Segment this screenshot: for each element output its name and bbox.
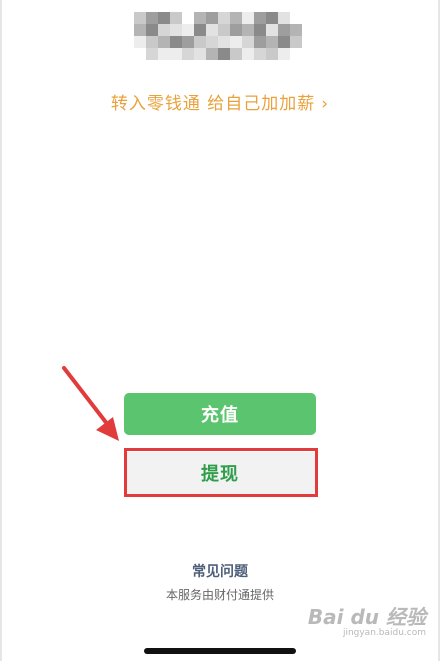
mosaic-cell xyxy=(278,48,290,60)
mosaic-cell xyxy=(194,48,206,60)
mosaic-cell xyxy=(230,12,242,24)
mosaic-cell xyxy=(134,48,146,60)
watermark-url: jingyan.baidu.com xyxy=(342,628,426,638)
withdraw-button[interactable]: 提现 xyxy=(124,452,316,494)
promo-link-text: 转入零钱通 给自己加加薪 xyxy=(110,94,316,114)
mosaic-cell xyxy=(218,36,230,48)
mosaic-cell xyxy=(158,12,170,24)
lingqiantong-promo-link[interactable]: 转入零钱通 给自己加加薪 › xyxy=(0,92,440,116)
mosaic-cell xyxy=(266,48,278,60)
mosaic-cell xyxy=(278,24,290,36)
baidu-jingyan-watermark: Bai du 经验 jingyan.baidu.com xyxy=(308,606,426,639)
mosaic-cell xyxy=(290,36,302,48)
mosaic-cell xyxy=(266,12,278,24)
mosaic-cell xyxy=(134,12,146,24)
mosaic-cell xyxy=(182,24,194,36)
mosaic-cell xyxy=(206,48,218,60)
mosaic-cell xyxy=(206,36,218,48)
mosaic-cell xyxy=(182,12,194,24)
mosaic-cell xyxy=(170,36,182,48)
mosaic-cell xyxy=(266,24,278,36)
mosaic-cell xyxy=(158,36,170,48)
balance-amount-mosaic xyxy=(134,12,302,60)
mosaic-cell xyxy=(134,24,146,36)
mosaic-cell xyxy=(230,24,242,36)
mosaic-cell xyxy=(170,48,182,60)
mosaic-cell xyxy=(182,36,194,48)
mosaic-cell xyxy=(158,48,170,60)
mosaic-cell xyxy=(254,12,266,24)
faq-link[interactable]: 常见问题 xyxy=(0,561,440,581)
mosaic-cell xyxy=(242,36,254,48)
mosaic-cell xyxy=(290,12,302,24)
home-indicator xyxy=(144,648,296,654)
mosaic-cell xyxy=(194,24,206,36)
mosaic-cell xyxy=(242,24,254,36)
watermark-logo: Bai du 经验 xyxy=(307,605,426,629)
mosaic-cell xyxy=(194,36,206,48)
mosaic-cell xyxy=(182,48,194,60)
mosaic-cell xyxy=(218,48,230,60)
mosaic-cell xyxy=(206,24,218,36)
mosaic-cell xyxy=(290,24,302,36)
mosaic-cell xyxy=(278,36,290,48)
mosaic-cell xyxy=(242,48,254,60)
mosaic-cell xyxy=(266,36,278,48)
mosaic-cell xyxy=(170,24,182,36)
mosaic-cell xyxy=(230,48,242,60)
recharge-button[interactable]: 充值 xyxy=(124,393,316,435)
mosaic-cell xyxy=(146,12,158,24)
mosaic-cell xyxy=(218,12,230,24)
mosaic-cell xyxy=(146,24,158,36)
chevron-right-icon: › xyxy=(321,94,330,114)
mosaic-cell xyxy=(146,36,158,48)
provider-note: 本服务由财付通提供 xyxy=(165,588,274,602)
mosaic-cell xyxy=(290,48,302,60)
mosaic-cell xyxy=(134,36,146,48)
mosaic-cell xyxy=(206,12,218,24)
mosaic-cell xyxy=(254,24,266,36)
mosaic-cell xyxy=(158,24,170,36)
mosaic-cell xyxy=(278,12,290,24)
mosaic-cell xyxy=(230,36,242,48)
mosaic-cell xyxy=(146,48,158,60)
mosaic-cell xyxy=(218,24,230,36)
mosaic-cell xyxy=(254,36,266,48)
mosaic-cell xyxy=(242,12,254,24)
mosaic-cell xyxy=(170,12,182,24)
mosaic-cell xyxy=(194,12,206,24)
mosaic-cell xyxy=(254,48,266,60)
